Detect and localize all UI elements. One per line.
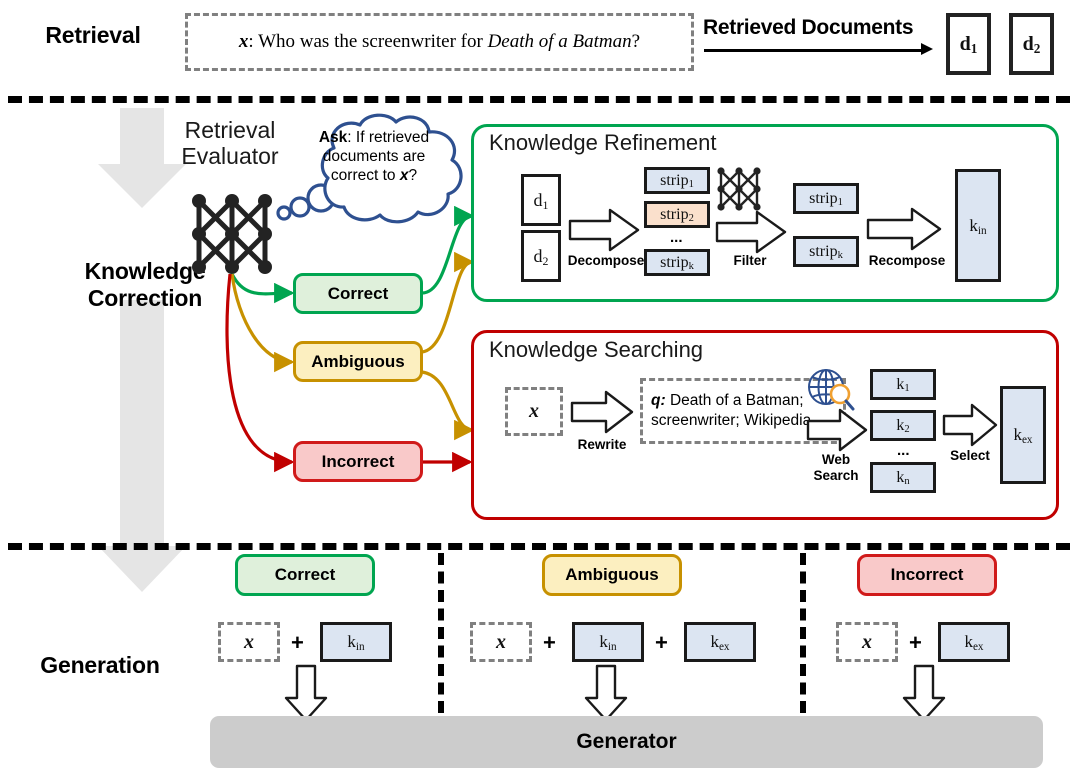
refinement-strip-in-1: strip1: [644, 167, 710, 194]
searching-result-k2: k2: [870, 410, 936, 441]
retrieved-documents-label: Retrieved Documents: [703, 16, 914, 39]
document-box-d1: d1: [946, 13, 991, 75]
document-label: d2: [1022, 32, 1041, 57]
step-label-search: Search: [813, 467, 859, 483]
searching-result-k1: k1: [870, 369, 936, 400]
stage-label-generation: Generation: [40, 652, 160, 678]
bubble-line3: correct to: [330, 166, 400, 184]
step-label-web: Web: [821, 452, 851, 467]
refinement-strip-in-k: stripk: [644, 249, 710, 276]
label-pill-correct[interactable]: Correct: [293, 273, 423, 314]
retrieval-query-text: x: Who was the screenwriter for Death of…: [239, 31, 640, 53]
document-box-d2: d2: [1009, 13, 1054, 75]
searching-result-kn: kn: [870, 462, 936, 493]
bubble-lead: Ask: [318, 129, 348, 146]
thought-bubble-text: Ask: If retrieved documents are correct …: [294, 129, 454, 186]
label-pill-incorrect[interactable]: Incorrect: [293, 441, 423, 482]
bubble-line4: ?: [408, 166, 418, 184]
generation-badge-ambiguous[interactable]: Ambiguous: [542, 554, 682, 596]
searching-results-ellipsis: ...: [897, 442, 910, 459]
generation-query-incorrect: x: [836, 622, 898, 662]
retrieved-documents-arrow-head: [921, 43, 933, 55]
generation-query-ambiguous: x: [470, 622, 532, 662]
websearch-arrow-icon: [806, 408, 868, 452]
generator-bar: Generator: [210, 716, 1043, 768]
step-label-web-search: Web Search: [800, 452, 872, 483]
rewritten-query-label: q:: [651, 391, 666, 409]
document-label: d1: [959, 32, 978, 57]
decompose-arrow-icon: [568, 208, 640, 252]
searching-input-query: x: [505, 387, 563, 436]
generation-knowledge-ambiguous-kin: kin: [572, 622, 644, 662]
select-arrow-icon: [942, 403, 998, 447]
generation-query-correct: x: [218, 622, 280, 662]
filter-neural-network-icon: [715, 165, 763, 213]
step-label-filter: Filter: [733, 253, 767, 268]
generation-knowledge-incorrect-kex: kex: [938, 622, 1010, 662]
query-title: Death of a Batman: [487, 31, 632, 52]
filter-arrow-icon: [715, 210, 787, 254]
refinement-output-kin: kin: [955, 169, 1001, 282]
generation-down-arrow-correct: [283, 664, 329, 722]
generation-badge-incorrect[interactable]: Incorrect: [857, 554, 997, 596]
searching-output-kex: kex: [1000, 386, 1046, 484]
retrieved-documents-arrow-line: [704, 49, 922, 52]
generation-separator-2: [800, 553, 806, 713]
bubble-line2: documents are: [322, 147, 426, 165]
rewritten-query-line2: screenwriter; Wikipedia: [651, 412, 812, 429]
bubble-line1: : If retrieved: [347, 129, 430, 146]
refinement-strip-out-k: stripk: [793, 236, 859, 267]
stage-flow-arrow-lower: [82, 300, 202, 600]
step-label-decompose: Decompose: [567, 253, 645, 268]
refinement-doc-d1: d1: [521, 174, 561, 226]
refinement-strip-out-1: strip1: [793, 183, 859, 214]
generation-plus-ambiguous-1: +: [543, 630, 556, 655]
knowledge-searching-title: Knowledge Searching: [489, 337, 704, 362]
step-label-select: Select: [950, 448, 990, 463]
generation-badge-correct[interactable]: Correct: [235, 554, 375, 596]
refinement-strips-ellipsis: ...: [670, 229, 683, 246]
generation-knowledge-ambiguous-kex: kex: [684, 622, 756, 662]
generation-plus-incorrect-1: +: [909, 630, 922, 655]
refinement-strip-in-2: strip2: [644, 201, 710, 228]
rewritten-query-line1: Death of a Batman;: [665, 391, 804, 409]
generation-separator-1: [438, 553, 444, 713]
rewrite-arrow-icon: [570, 390, 634, 434]
knowledge-refinement-title: Knowledge Refinement: [489, 130, 717, 155]
divider-retrieval-correction: [8, 96, 1070, 103]
divider-correction-generation: [8, 543, 1070, 550]
generation-down-arrow-ambiguous: [583, 664, 629, 722]
query-suffix: ?: [631, 31, 641, 52]
generation-knowledge-correct-kin: kin: [320, 622, 392, 662]
generation-plus-ambiguous-2: +: [655, 630, 668, 655]
recompose-arrow-icon: [866, 207, 942, 251]
generation-down-arrow-incorrect: [901, 664, 947, 722]
step-label-rewrite: Rewrite: [577, 437, 627, 452]
retrieval-query-box: x: Who was the screenwriter for Death of…: [185, 13, 694, 71]
refinement-doc-d2: d2: [521, 230, 561, 282]
neural-network-icon: [190, 192, 274, 276]
query-variable: x: [238, 31, 249, 52]
generation-plus-correct-1: +: [291, 630, 304, 655]
stage-label-line2: Correction: [87, 285, 203, 312]
stage-label-retrieval: Retrieval: [45, 22, 141, 48]
step-label-recompose: Recompose: [868, 253, 946, 268]
query-body: : Who was the screenwriter for: [248, 31, 488, 52]
label-pill-ambiguous[interactable]: Ambiguous: [293, 341, 423, 382]
